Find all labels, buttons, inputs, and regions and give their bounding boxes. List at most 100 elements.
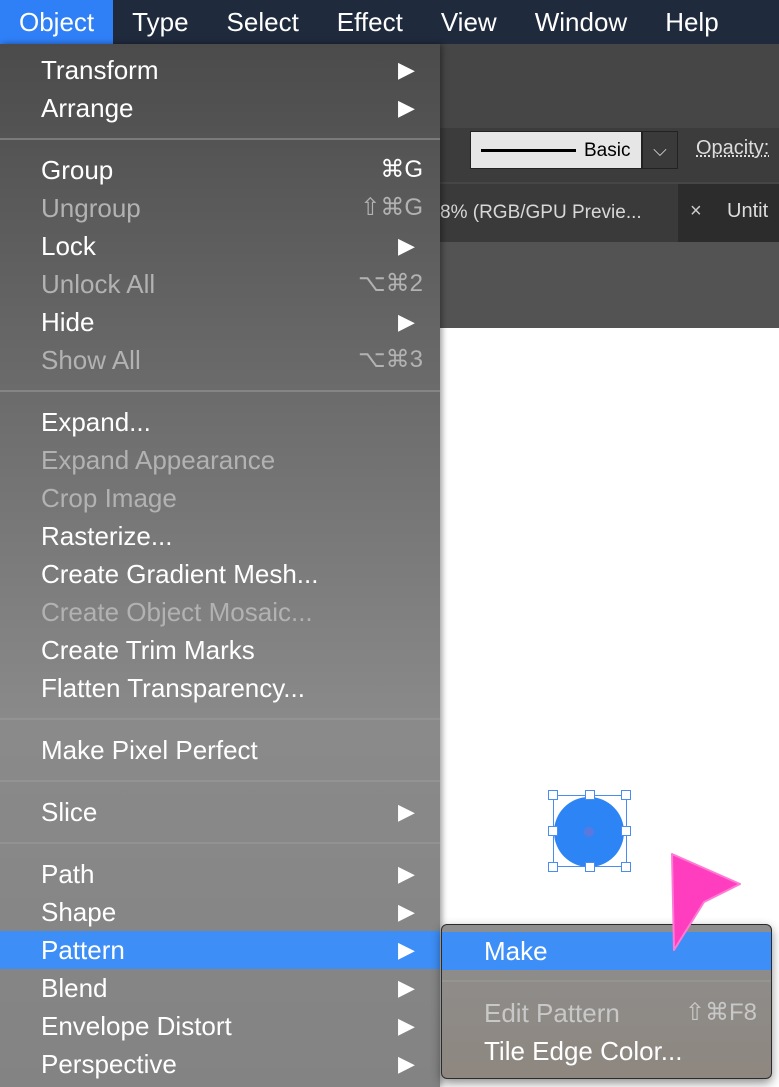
menu-item-label: Tile Edge Color... (484, 1036, 683, 1066)
menu-item-label: Make (484, 936, 548, 966)
menu-bar: Object Type Select Effect View Window He… (0, 0, 779, 44)
menu-separator (442, 980, 771, 982)
selection-handle[interactable] (621, 862, 631, 872)
menu-item-lock[interactable]: Lock ▶ (0, 227, 440, 265)
menu-item-label: Slice (41, 797, 98, 827)
menu-object[interactable]: Object (0, 0, 114, 44)
menu-item-slice[interactable]: Slice ▶ (0, 793, 440, 831)
document-tab-untitled[interactable]: Untit (727, 200, 768, 223)
menu-item-label: Rasterize... (41, 521, 173, 551)
menu-view[interactable]: View (422, 0, 516, 44)
menu-item-flatten-transparency[interactable]: Flatten Transparency... (0, 669, 440, 707)
menu-item-shortcut: ⇧⌘F8 (684, 999, 757, 1026)
menu-item-label: Create Trim Marks (41, 635, 255, 665)
menu-item-label: Make Pixel Perfect (41, 735, 258, 765)
selection-handle[interactable] (548, 862, 558, 872)
menu-item-label: Show All (41, 345, 141, 375)
menu-item-label: Arrange (41, 93, 134, 123)
chevron-down-icon[interactable]: ⌵ (642, 131, 678, 169)
menu-item-label: Ungroup (41, 193, 141, 223)
menu-item-crop-image[interactable]: Crop Image (0, 479, 440, 517)
triangle-right-icon: ▶ (398, 1013, 415, 1038)
menu-item-create-trim-marks[interactable]: Create Trim Marks (0, 631, 440, 669)
menu-item-blend[interactable]: Blend ▶ (0, 969, 440, 1007)
menu-separator (0, 138, 440, 140)
selection-handle[interactable] (548, 790, 558, 800)
menu-item-label: Group (41, 155, 114, 185)
pink-arrow-cursor-icon (671, 853, 741, 951)
stroke-preview-line (481, 149, 576, 152)
menu-window[interactable]: Window (516, 0, 646, 44)
document-tab-active[interactable]: 8% (RGB/GPU Previe... (440, 184, 678, 242)
triangle-right-icon: ▶ (398, 899, 415, 924)
selection-handle[interactable] (621, 790, 631, 800)
triangle-right-icon: ▶ (398, 57, 415, 82)
menu-item-label: Expand... (41, 407, 151, 437)
selection-handle[interactable] (621, 826, 631, 836)
stroke-style-picker[interactable]: Basic (470, 131, 642, 169)
close-icon[interactable]: × (690, 200, 702, 223)
selection-handle[interactable] (585, 862, 595, 872)
submenu-item-tile-edge-color[interactable]: Tile Edge Color... (442, 1032, 771, 1070)
opacity-label[interactable]: Opacity: (696, 137, 769, 160)
menu-item-label: Shape (41, 897, 117, 927)
menu-item-envelope-distort[interactable]: Envelope Distort ▶ (0, 1007, 440, 1045)
menu-item-hide[interactable]: Hide ▶ (0, 303, 440, 341)
menu-item-unlock-all[interactable]: Unlock All ⌥⌘2 (0, 265, 440, 303)
menu-item-make-pixel-perfect[interactable]: Make Pixel Perfect (0, 731, 440, 769)
menu-item-label: Create Object Mosaic... (41, 597, 313, 627)
triangle-right-icon: ▶ (398, 309, 415, 334)
menu-separator (0, 718, 440, 720)
menu-item-shortcut: ⌥⌘2 (357, 270, 423, 297)
menu-item-label: Transform (41, 55, 159, 85)
triangle-right-icon: ▶ (398, 861, 415, 886)
menu-item-path[interactable]: Path ▶ (0, 855, 440, 893)
menu-item-rasterize[interactable]: Rasterize... (0, 517, 440, 555)
pasteboard (440, 242, 779, 329)
menu-item-label: Create Gradient Mesh... (41, 559, 319, 589)
menu-item-expand-appearance[interactable]: Expand Appearance (0, 441, 440, 479)
menu-item-label: Path (41, 859, 95, 889)
submenu-item-edit-pattern[interactable]: Edit Pattern ⇧⌘F8 (442, 994, 771, 1032)
menu-item-ungroup[interactable]: Ungroup ⇧⌘G (0, 189, 440, 227)
menu-item-expand[interactable]: Expand... (0, 403, 440, 441)
menu-item-shape[interactable]: Shape ▶ (0, 893, 440, 931)
object-menu: Transform ▶ Arrange ▶ Group ⌘G Ungroup ⇧… (0, 44, 440, 1087)
menu-item-group[interactable]: Group ⌘G (0, 151, 440, 189)
triangle-right-icon: ▶ (398, 975, 415, 1000)
menu-item-label: Unlock All (41, 269, 156, 299)
menu-item-pattern[interactable]: Pattern ▶ (0, 931, 440, 969)
menu-item-label: Perspective (41, 1049, 177, 1079)
menu-separator (0, 780, 440, 782)
menu-item-label: Hide (41, 307, 95, 337)
menu-item-label: Pattern (41, 935, 125, 965)
document-tab-title: 8% (RGB/GPU Previe... (440, 202, 642, 223)
menu-item-label: Envelope Distort (41, 1011, 232, 1041)
menu-item-label: Edit Pattern (484, 998, 620, 1028)
selection-handle[interactable] (548, 826, 558, 836)
menu-item-label: Expand Appearance (41, 445, 276, 475)
triangle-right-icon: ▶ (398, 1051, 415, 1076)
menu-item-shortcut: ⌥⌘3 (357, 346, 423, 373)
triangle-right-icon: ▶ (398, 233, 415, 258)
menu-help[interactable]: Help (646, 0, 737, 44)
triangle-right-icon: ▶ (398, 937, 415, 962)
menu-item-shortcut: ⌘G (380, 156, 423, 183)
triangle-right-icon: ▶ (398, 799, 415, 824)
menu-item-perspective[interactable]: Perspective ▶ (0, 1045, 440, 1083)
menu-type[interactable]: Type (113, 0, 207, 44)
menu-item-arrange[interactable]: Arrange ▶ (0, 89, 440, 127)
menu-item-label: Blend (41, 973, 108, 1003)
menu-item-create-gradient-mesh[interactable]: Create Gradient Mesh... (0, 555, 440, 593)
menu-effect[interactable]: Effect (318, 0, 422, 44)
menu-item-label: Crop Image (41, 483, 177, 513)
menu-item-create-object-mosaic[interactable]: Create Object Mosaic... (0, 593, 440, 631)
selection-handle[interactable] (585, 790, 595, 800)
menu-separator (0, 842, 440, 844)
menu-item-show-all[interactable]: Show All ⌥⌘3 (0, 341, 440, 379)
menu-select[interactable]: Select (208, 0, 318, 44)
menu-item-transform[interactable]: Transform ▶ (0, 51, 440, 89)
menu-item-label: Lock (41, 231, 96, 261)
selection-center-point (584, 827, 594, 837)
menu-item-shortcut: ⇧⌘G (360, 194, 423, 221)
